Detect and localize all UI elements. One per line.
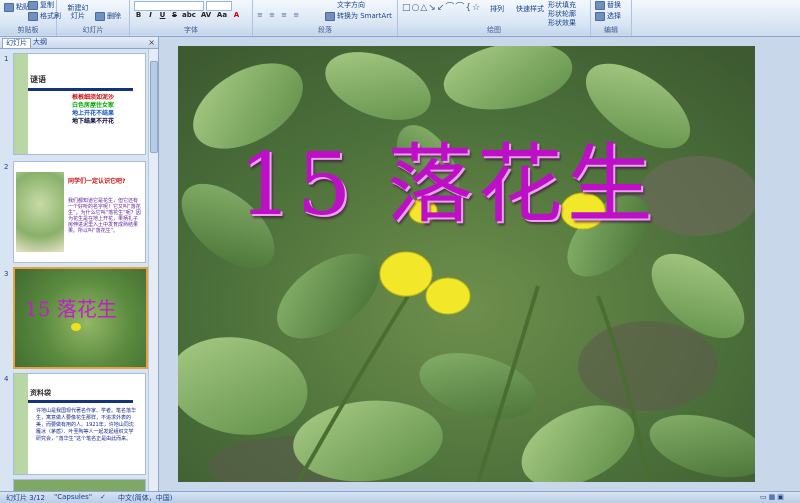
close-icon[interactable]: ×: [148, 38, 155, 47]
change-case-button[interactable]: Aa: [216, 11, 228, 20]
italic-button[interactable]: I: [146, 11, 155, 20]
replace-icon: [595, 0, 605, 10]
replace-button[interactable]: 替换: [595, 0, 621, 10]
font-name-combo[interactable]: [134, 1, 204, 11]
editing-group-title: 编辑: [591, 26, 631, 35]
paste-button[interactable]: 粘贴: [4, 2, 30, 12]
copy-button[interactable]: 复制: [28, 0, 54, 10]
tab-slides[interactable]: 幻灯片: [2, 38, 31, 48]
view-buttons[interactable]: ▭▦▣: [760, 493, 786, 501]
thumb-plant-image: [16, 172, 64, 252]
thumb-rule: [28, 400, 133, 403]
delete-slide-button[interactable]: 删除: [95, 11, 121, 21]
slides-group-title: 幻灯片: [57, 26, 129, 35]
text-direction-button[interactable]: 文字方向: [337, 0, 365, 10]
align-buttons[interactable]: ≡ ≡ ≡ ≡: [257, 11, 301, 19]
slides-pane: 幻灯片 大纲 × 1 谜语 根根细须如泥沙 白色房屋住女家 地上开花不结果 地下…: [0, 37, 159, 492]
theme-name[interactable]: "Capsules": [54, 493, 92, 501]
font-group-title: 字体: [130, 26, 252, 35]
format-painter-icon: [28, 11, 38, 21]
drawing-group-title: 绘图: [398, 26, 590, 35]
delete-icon: [95, 11, 105, 21]
thumb-flower: [71, 323, 81, 331]
thumb-body: 许地山是我国现代著名作家、学者。笔名落华生，寓意做人要像花生那样，不追求外表的美…: [36, 408, 137, 442]
shapes-gallery[interactable]: □○△↘↙⌒⌒{☆: [402, 0, 481, 13]
slides-group: 新建幻灯片 删除 幻灯片: [57, 0, 130, 36]
quick-styles-button[interactable]: 快速样式: [516, 4, 544, 14]
paste-icon: [4, 2, 14, 12]
pane-scrollbar[interactable]: [148, 49, 158, 491]
slide-editor: 15 落花生: [159, 37, 800, 491]
char-spacing-button[interactable]: AV: [200, 11, 212, 20]
font-color-button[interactable]: A: [232, 11, 241, 20]
thumb-bar: [14, 54, 28, 154]
thumb-title: 谜语: [30, 75, 46, 84]
font-size-combo[interactable]: [206, 1, 232, 11]
spellcheck-icon[interactable]: ✓: [100, 493, 106, 501]
arrange-button[interactable]: 排列: [490, 4, 504, 14]
slide-thumbnail-1[interactable]: 谜语 根根细须如泥沙 白色房屋住女家 地上开花不结果 地下结果不开花: [13, 53, 146, 155]
paragraph-group-title: 段落: [253, 26, 397, 35]
slide-thumbnail-4[interactable]: 资料袋 许地山是我国现代著名作家、学者。笔名落华生，寓意做人要像花生那样，不追求…: [13, 373, 146, 475]
thumb-bar: [14, 374, 28, 474]
convert-smartart-button[interactable]: 转换为 SmartArt: [325, 11, 392, 21]
ribbon: 粘贴 复制 格式刷 剪贴板 新建幻灯片 删除 幻灯片 B I U S abc A…: [0, 0, 800, 37]
shadow-button[interactable]: abc: [182, 11, 196, 20]
copy-icon: [28, 0, 38, 10]
thumb-title: 15 落花生: [25, 297, 117, 321]
pane-tabs: 幻灯片 大纲 ×: [0, 37, 158, 49]
select-button[interactable]: 选择: [595, 11, 621, 21]
thumb-rule: [28, 88, 133, 91]
font-group: B I U S abc AV Aa A 字体: [130, 0, 253, 36]
strikethrough-button[interactable]: S: [170, 11, 179, 20]
slide-title[interactable]: 15 落花生: [238, 114, 657, 239]
slide-number: 1: [4, 55, 9, 63]
select-icon: [595, 11, 605, 21]
bold-button[interactable]: B: [134, 11, 143, 20]
smartart-icon: [325, 11, 335, 21]
slide-number: 4: [4, 375, 9, 383]
tab-outline[interactable]: 大纲: [30, 38, 50, 47]
clipboard-group: 粘贴 复制 格式刷 剪贴板: [0, 0, 61, 36]
paragraph-group: 文字方向 ≡ ≡ ≡ ≡ 转换为 SmartArt 段落: [253, 0, 398, 36]
peanut-plant-photo: [178, 46, 755, 482]
drawing-group: □○△↘↙⌒⌒{☆ 排列 快速样式 形状填充 形状轮廓 形状效果 绘图: [398, 0, 591, 36]
thumb-title: 资料袋: [30, 389, 51, 397]
slide-thumbnail-2[interactable]: 同学们一定认识它吧? 我们都知道它是花生，但它还有一个好听的名字呢！它又叫“落花…: [13, 161, 146, 263]
thumb-riddle: 根根细须如泥沙 白色房屋住女家 地上开花不结果 地下结果不开花: [71, 94, 114, 125]
slide-canvas[interactable]: 15 落花生: [178, 46, 755, 482]
slide-number: 3: [4, 270, 9, 278]
status-bar: 幻灯片 3/12 "Capsules" ✓ 中文(简体，中国) ▭▦▣: [0, 491, 800, 503]
thumb-heading: 同学们一定认识它吧?: [68, 178, 126, 185]
underline-button[interactable]: U: [158, 11, 167, 20]
slide-number: 2: [4, 163, 9, 171]
new-slide-button[interactable]: 新建幻灯片: [65, 4, 91, 20]
clipboard-group-title: 剪贴板: [0, 26, 56, 35]
slide-thumbnail-3[interactable]: 15 落花生: [13, 267, 148, 369]
thumb-body: 我们都知道它是花生，但它还有一个好听的名字呢！它又叫“落花生”，为什么它叫“落花…: [68, 198, 141, 234]
scroll-thumb[interactable]: [150, 61, 158, 153]
editing-group: 替换 选择 编辑: [591, 0, 632, 36]
